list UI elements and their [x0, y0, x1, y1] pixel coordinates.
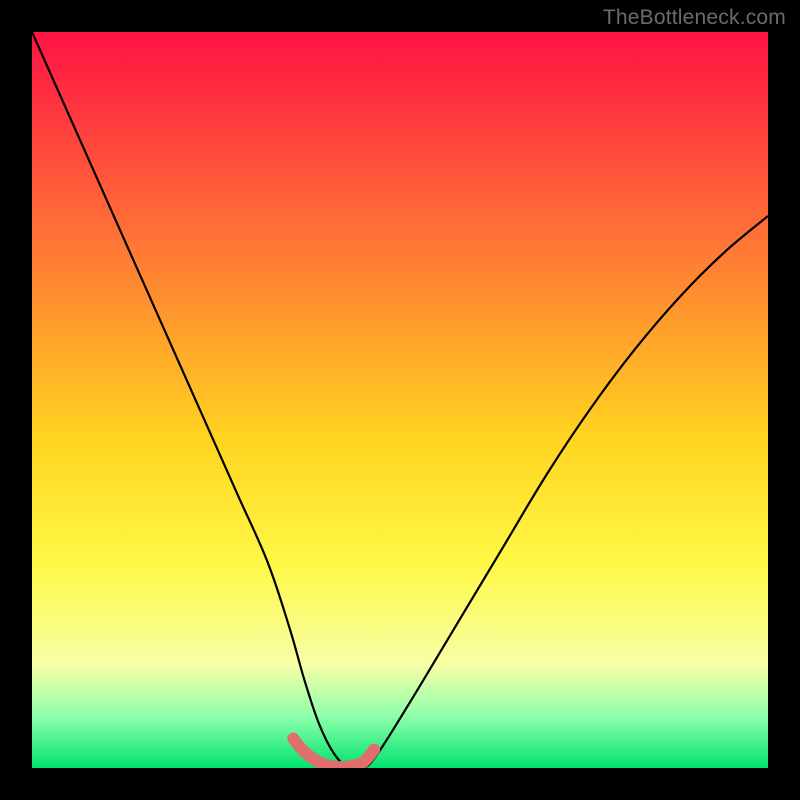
bottleneck-chart — [0, 0, 800, 800]
chart-frame: TheBottleneck.com — [0, 0, 800, 800]
gradient-background — [32, 32, 768, 768]
watermark-text: TheBottleneck.com — [603, 6, 786, 30]
